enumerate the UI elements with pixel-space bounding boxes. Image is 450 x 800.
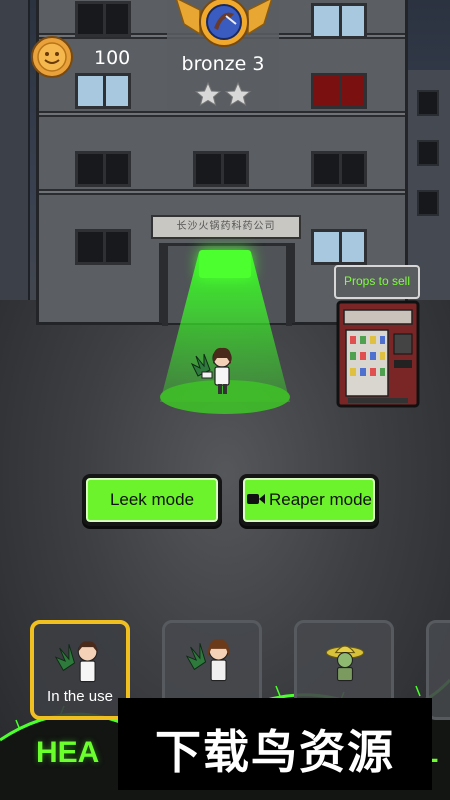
star-icon — [224, 81, 252, 107]
props-shop-label: Props to sell — [343, 274, 411, 288]
reaper-mode-button[interactable]: Reaper mode — [239, 474, 379, 526]
building-window — [193, 151, 249, 187]
leek-boy-character-icon — [54, 641, 98, 683]
building-window — [417, 140, 439, 166]
building-window — [75, 1, 131, 37]
building-window — [75, 151, 131, 187]
vending-machine-icon[interactable] — [336, 300, 420, 408]
leek-mode-button[interactable]: Leek mode — [82, 474, 222, 526]
coin-icon — [31, 36, 73, 78]
left-building — [0, 0, 30, 300]
watermark-overlay: 下载鸟资源 — [118, 698, 432, 790]
floor-ledge — [39, 111, 405, 117]
building-window — [75, 229, 131, 265]
banner-text-left: HEA — [36, 736, 100, 769]
building-window — [75, 73, 131, 109]
leek-mode-label: Leek mode — [109, 490, 195, 509]
player-character[interactable] — [190, 346, 250, 396]
building-window — [417, 190, 439, 216]
watermark-text: 下载鸟资源 — [155, 725, 395, 779]
game-scene: 长沙火锅药科药公司 bronze 3 100 Props to sell Lee… — [0, 0, 450, 800]
straw-hat-character-icon — [325, 645, 365, 682]
video-ad-icon — [246, 494, 265, 505]
rank-label: bronze 3 — [181, 53, 265, 75]
rank-stars — [194, 81, 252, 107]
star-icon — [194, 81, 222, 107]
spotlight-source — [199, 250, 251, 278]
coin-count: 100 — [94, 47, 131, 69]
character-card-leek-boy[interactable]: In the use — [30, 620, 130, 720]
floor-ledge — [39, 189, 405, 195]
building-window — [311, 3, 367, 39]
bronze-rank-emblem-icon — [175, 0, 273, 47]
props-shop-sign[interactable]: Props to sell — [334, 265, 420, 299]
building-window — [311, 229, 367, 265]
leek-girl-character-icon — [185, 639, 230, 682]
building-window — [311, 151, 367, 187]
building-window — [311, 73, 367, 109]
card-status-label: In the use — [47, 688, 113, 705]
company-sign: 长沙火锅药科药公司 — [151, 215, 301, 239]
reaper-mode-label: Reaper mode — [268, 490, 372, 509]
building-window — [417, 90, 439, 116]
